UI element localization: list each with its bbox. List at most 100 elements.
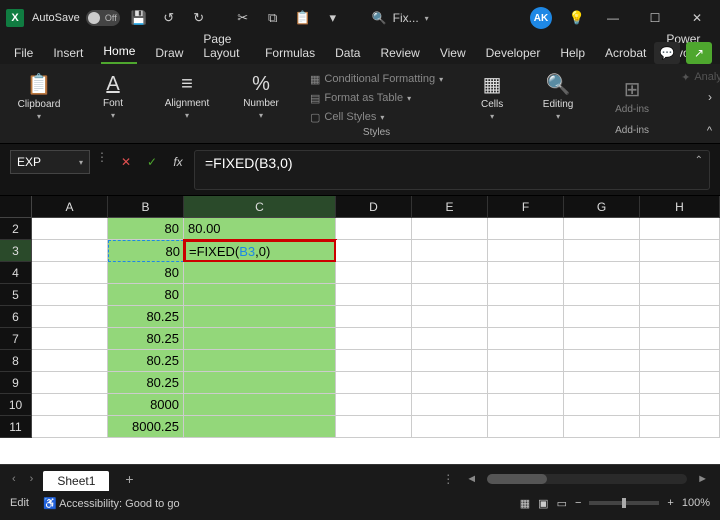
- row-header-11[interactable]: 11: [0, 416, 32, 438]
- cell-B5[interactable]: 80: [108, 284, 184, 306]
- cell-F4[interactable]: [488, 262, 564, 284]
- cell-A6[interactable]: [32, 306, 108, 328]
- cell-F9[interactable]: [488, 372, 564, 394]
- number-button[interactable]: % Number ▾: [236, 68, 286, 124]
- cell-D10[interactable]: [336, 394, 412, 416]
- horizontal-scrollbar[interactable]: [487, 474, 687, 484]
- cell-G3[interactable]: [564, 240, 640, 262]
- cell-C7[interactable]: [184, 328, 336, 350]
- tab-home[interactable]: Home: [101, 40, 137, 64]
- share-button[interactable]: ↗: [686, 42, 712, 64]
- cell-D11[interactable]: [336, 416, 412, 438]
- tab-view[interactable]: View: [438, 42, 468, 64]
- minimize-button[interactable]: —: [596, 4, 630, 32]
- conditional-formatting-button[interactable]: ▦Conditional Formatting▾: [310, 70, 443, 88]
- cell-H3[interactable]: [640, 240, 720, 262]
- cell-C11[interactable]: [184, 416, 336, 438]
- cell-H4[interactable]: [640, 262, 720, 284]
- cell-B7[interactable]: 80.25: [108, 328, 184, 350]
- tab-draw[interactable]: Draw: [153, 42, 185, 64]
- cell-B9[interactable]: 80.25: [108, 372, 184, 394]
- cell-F5[interactable]: [488, 284, 564, 306]
- cell-C2[interactable]: 80.00: [184, 218, 336, 240]
- formula-input[interactable]: =FIXED(B3,0) ⌃: [194, 150, 710, 190]
- autosave-toggle[interactable]: AutoSave Off: [32, 10, 120, 26]
- cell-E6[interactable]: [412, 306, 488, 328]
- save-icon[interactable]: 💾: [128, 7, 150, 29]
- comments-button[interactable]: 💬: [654, 42, 680, 64]
- tab-data[interactable]: Data: [333, 42, 362, 64]
- row-header-10[interactable]: 10: [0, 394, 32, 416]
- cell-B8[interactable]: 80.25: [108, 350, 184, 372]
- column-header-C[interactable]: C: [184, 196, 336, 218]
- spreadsheet-grid[interactable]: ABCDEFGH 234567891011 8080.0080=FIXED(B3…: [0, 196, 720, 464]
- cell-G9[interactable]: [564, 372, 640, 394]
- cell-F2[interactable]: [488, 218, 564, 240]
- select-all-corner[interactable]: [0, 196, 32, 218]
- tab-help[interactable]: Help: [558, 42, 587, 64]
- cell-F6[interactable]: [488, 306, 564, 328]
- cell-E7[interactable]: [412, 328, 488, 350]
- cell-A3[interactable]: [32, 240, 108, 262]
- cell-D3[interactable]: [336, 240, 412, 262]
- cell-A8[interactable]: [32, 350, 108, 372]
- row-header-2[interactable]: 2: [0, 218, 32, 240]
- sheet-nav-prev[interactable]: ‹: [8, 473, 20, 485]
- cell-F7[interactable]: [488, 328, 564, 350]
- tab-file[interactable]: File: [12, 42, 35, 64]
- cell-B4[interactable]: 80: [108, 262, 184, 284]
- undo-icon[interactable]: ↺: [158, 7, 180, 29]
- cell-E3[interactable]: [412, 240, 488, 262]
- cell-G4[interactable]: [564, 262, 640, 284]
- cell-H2[interactable]: [640, 218, 720, 240]
- column-header-G[interactable]: G: [564, 196, 640, 218]
- cell-E9[interactable]: [412, 372, 488, 394]
- tab-acrobat[interactable]: Acrobat: [603, 42, 648, 64]
- view-normal-icon[interactable]: ▦: [520, 497, 530, 510]
- zoom-thumb[interactable]: [622, 498, 626, 508]
- cell-G2[interactable]: [564, 218, 640, 240]
- cell-F11[interactable]: [488, 416, 564, 438]
- ribbon-collapse-button[interactable]: ^: [707, 125, 712, 137]
- cell-F8[interactable]: [488, 350, 564, 372]
- view-page-icon[interactable]: ▣: [538, 497, 548, 510]
- cell-A4[interactable]: [32, 262, 108, 284]
- sheet-nav-next[interactable]: ›: [26, 473, 38, 485]
- cell-A7[interactable]: [32, 328, 108, 350]
- cell-E10[interactable]: [412, 394, 488, 416]
- cell-D9[interactable]: [336, 372, 412, 394]
- cell-G6[interactable]: [564, 306, 640, 328]
- cell-G10[interactable]: [564, 394, 640, 416]
- row-header-7[interactable]: 7: [0, 328, 32, 350]
- cell-H9[interactable]: [640, 372, 720, 394]
- view-break-icon[interactable]: ▭: [557, 497, 567, 510]
- name-box[interactable]: EXP ▾: [10, 150, 90, 174]
- cells-area[interactable]: 8080.0080=FIXED(B3,0)808080.2580.2580.25…: [32, 218, 720, 438]
- analyze-data-button[interactable]: ✦Analyze Data: [681, 68, 720, 86]
- clipboard-button[interactable]: 📋 Clipboard ▾: [14, 68, 64, 124]
- cell-H8[interactable]: [640, 350, 720, 372]
- cell-B6[interactable]: 80.25: [108, 306, 184, 328]
- redo-icon[interactable]: ↻: [188, 7, 210, 29]
- column-header-F[interactable]: F: [488, 196, 564, 218]
- cell-H6[interactable]: [640, 306, 720, 328]
- cell-H7[interactable]: [640, 328, 720, 350]
- column-header-H[interactable]: H: [640, 196, 720, 218]
- sheet-options-icon[interactable]: ⋮: [442, 472, 456, 486]
- cell-H5[interactable]: [640, 284, 720, 306]
- cell-A11[interactable]: [32, 416, 108, 438]
- cell-H10[interactable]: [640, 394, 720, 416]
- cell-G8[interactable]: [564, 350, 640, 372]
- cell-C10[interactable]: [184, 394, 336, 416]
- cell-E8[interactable]: [412, 350, 488, 372]
- row-header-6[interactable]: 6: [0, 306, 32, 328]
- toggle-switch[interactable]: Off: [86, 10, 120, 26]
- cell-D7[interactable]: [336, 328, 412, 350]
- cancel-formula-button[interactable]: ✕: [116, 150, 136, 174]
- accessibility-status[interactable]: ♿ Accessibility: Good to go: [43, 497, 180, 510]
- column-header-D[interactable]: D: [336, 196, 412, 218]
- row-header-9[interactable]: 9: [0, 372, 32, 394]
- column-header-E[interactable]: E: [412, 196, 488, 218]
- cell-C8[interactable]: [184, 350, 336, 372]
- tab-page-layout[interactable]: Page Layout: [201, 28, 247, 64]
